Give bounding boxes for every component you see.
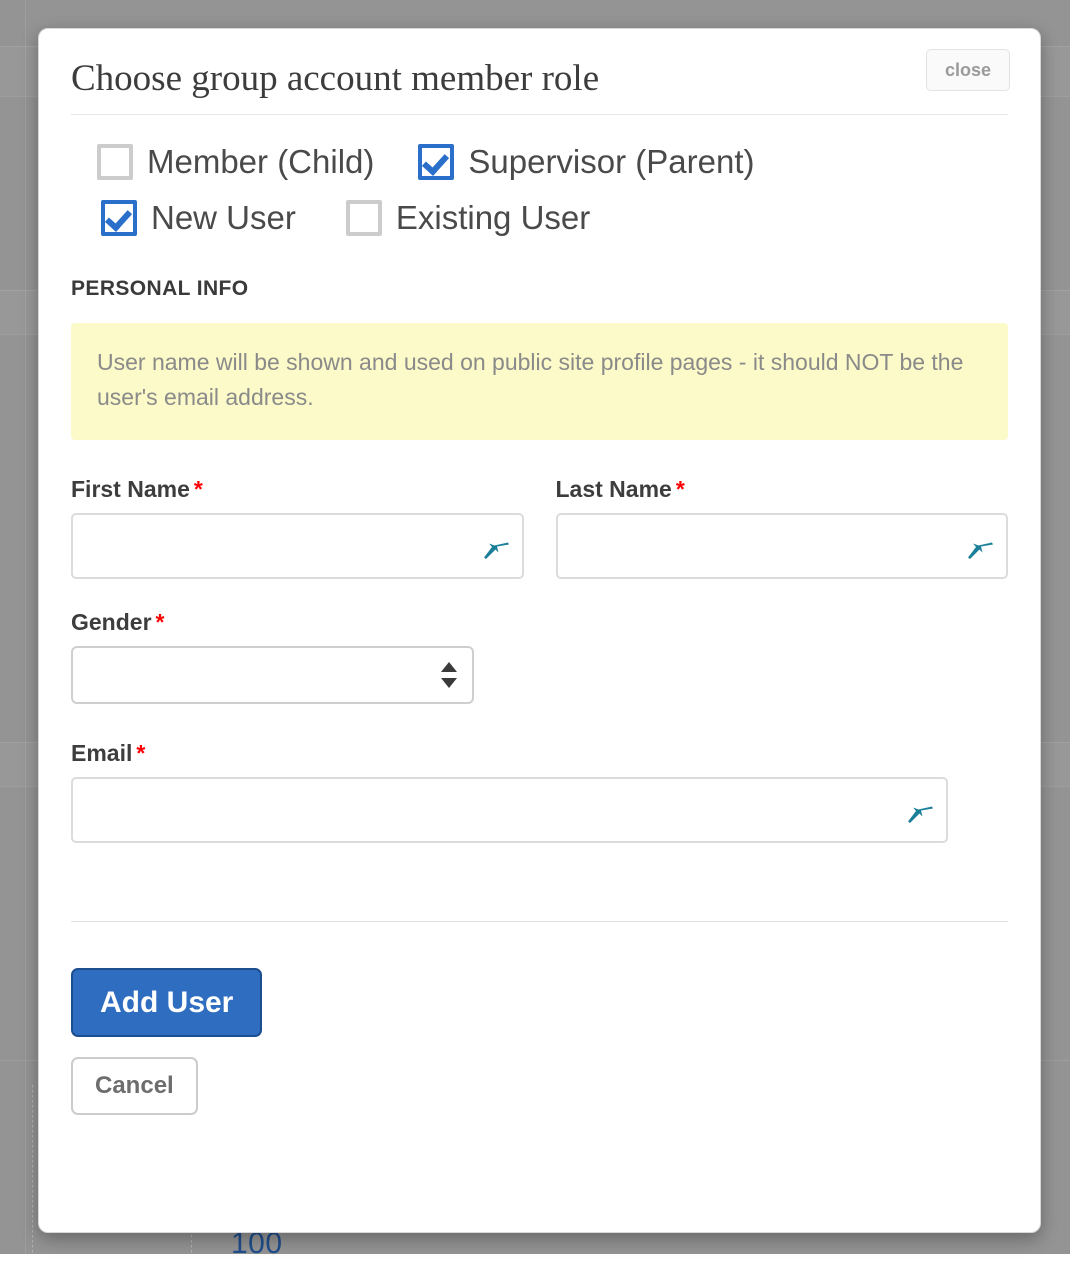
gender-select[interactable] <box>71 646 474 704</box>
page-title: Choose group account member role <box>71 53 1008 100</box>
checkbox-box-checked-icon[interactable] <box>418 144 454 180</box>
label-text: First Name <box>71 476 190 502</box>
choose-member-role-modal: Choose group account member role close M… <box>38 28 1041 1233</box>
modal-body: Member (Child) Supervisor (Parent) New U… <box>39 143 1040 1116</box>
cancel-button[interactable]: Cancel <box>71 1057 198 1115</box>
required-marker: * <box>676 476 685 502</box>
add-user-button[interactable]: Add User <box>71 968 262 1037</box>
checkbox-supervisor-parent[interactable]: Supervisor (Parent) <box>418 143 754 181</box>
checkbox-label: Existing User <box>396 199 590 237</box>
section-heading-personal-info: PERSONAL INFO <box>71 277 1008 301</box>
required-marker: * <box>194 476 203 502</box>
label-text: Email <box>71 740 132 766</box>
gender-select-wrap <box>71 646 474 704</box>
bg-dotted-column-divider <box>32 1085 33 1254</box>
bg-column-divider <box>25 0 26 1254</box>
required-marker: * <box>156 609 165 635</box>
checkbox-box-checked-icon[interactable] <box>101 200 137 236</box>
required-marker: * <box>136 740 145 766</box>
checkbox-label: Supervisor (Parent) <box>468 143 754 181</box>
role-checkbox-group: Member (Child) Supervisor (Parent) <box>71 143 1008 181</box>
checkbox-existing-user[interactable]: Existing User <box>346 199 590 237</box>
label-text: Last Name <box>556 476 672 502</box>
footer-divider <box>71 921 1008 922</box>
label-text: Gender <box>71 609 152 635</box>
user-type-checkbox-group: New User Existing User <box>71 199 1008 237</box>
first-name-input-wrap <box>71 513 524 579</box>
checkbox-label: Member (Child) <box>147 143 374 181</box>
name-fields-row: First Name* Last Name* <box>71 476 1008 579</box>
checkbox-member-child[interactable]: Member (Child) <box>97 143 374 181</box>
email-field[interactable] <box>71 777 948 843</box>
checkbox-box-icon[interactable] <box>346 200 382 236</box>
gender-group: Gender* <box>71 609 1008 704</box>
header-divider <box>71 114 1008 115</box>
last-name-label: Last Name* <box>556 476 1009 503</box>
email-input-wrap <box>71 777 948 843</box>
checkbox-box-icon[interactable] <box>97 144 133 180</box>
last-name-input[interactable] <box>556 513 1009 579</box>
last-name-group: Last Name* <box>556 476 1009 579</box>
first-name-input[interactable] <box>71 513 524 579</box>
email-group: Email* <box>71 740 1008 843</box>
modal-header: Choose group account member role close <box>39 29 1040 100</box>
last-name-input-wrap <box>556 513 1009 579</box>
checkbox-label: New User <box>151 199 296 237</box>
close-button[interactable]: close <box>926 49 1010 91</box>
first-name-group: First Name* <box>71 476 524 579</box>
first-name-label: First Name* <box>71 476 524 503</box>
email-label: Email* <box>71 740 1008 767</box>
info-banner: User name will be shown and used on publ… <box>71 323 1008 440</box>
checkbox-new-user[interactable]: New User <box>101 199 296 237</box>
gender-label: Gender* <box>71 609 1008 636</box>
